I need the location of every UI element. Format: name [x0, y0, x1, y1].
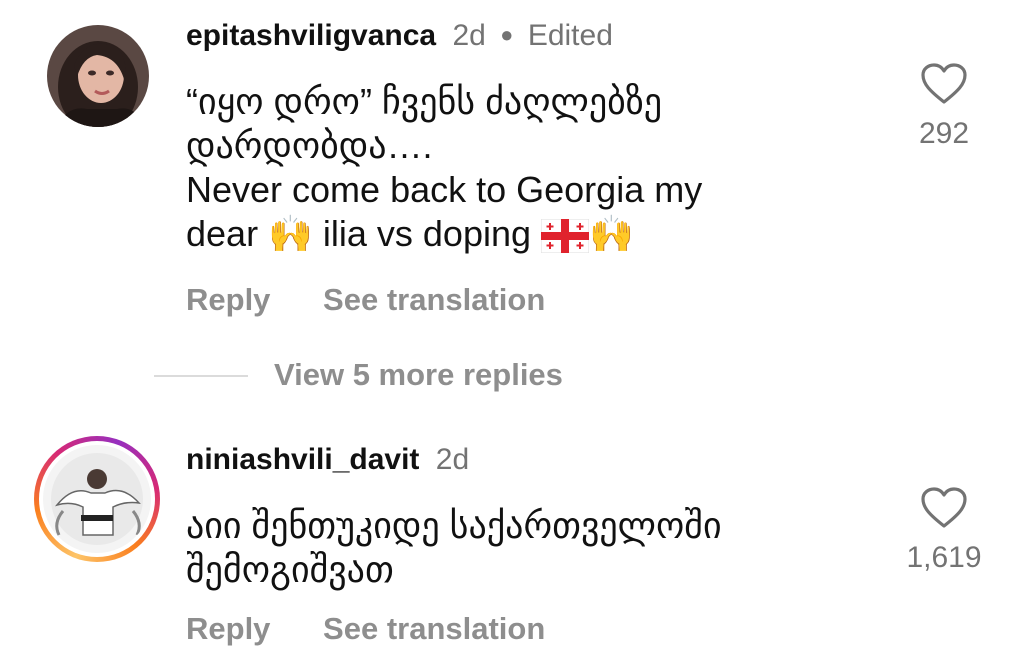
raising-hands-emoji: 🙌	[268, 213, 313, 254]
comment-line: შემოგიშვათ	[186, 549, 394, 590]
comment-meta: niniashvili_davit 2d	[186, 443, 469, 477]
comment-actions: Reply See translation	[186, 611, 589, 647]
avatar[interactable]	[43, 445, 151, 553]
raising-hands-emoji: 🙌	[589, 213, 634, 254]
comment-line: Never come back to Georgia my	[186, 169, 703, 210]
comment-meta: epitashviligvanca 2d ● Edited	[186, 19, 613, 53]
comment-text: “იყო დრო” ჩვენს ძაღლებზე დარდობდა…. Neve…	[186, 80, 826, 256]
timestamp: 2d	[452, 19, 486, 52]
text-fragment: ilia vs doping	[312, 213, 542, 254]
like-count: 292	[918, 117, 970, 150]
like-control: 1,619	[889, 486, 999, 575]
georgia-flag-icon	[541, 219, 590, 254]
avatar[interactable]	[47, 25, 149, 127]
comment-line: აიი შენთუკიდე საქართველოში	[186, 505, 722, 546]
comment-actions: Reply See translation	[186, 282, 589, 318]
heart-icon[interactable]	[920, 486, 968, 530]
reply-button[interactable]: Reply	[186, 282, 270, 317]
text-fragment: dear	[186, 213, 269, 254]
see-translation-button[interactable]: See translation	[323, 611, 545, 646]
username[interactable]: niniashvili_davit	[186, 443, 419, 476]
comment-text: აიი შენთუკიდე საქართველოში შემოგიშვათ	[186, 504, 826, 592]
like-count: 1,619	[906, 541, 982, 574]
comment-line-last: dear 🙌 ilia vs doping 🙌	[186, 212, 826, 256]
like-control: 292	[889, 62, 999, 151]
view-more-replies[interactable]: View 5 more replies	[0, 355, 1024, 399]
username[interactable]: epitashviligvanca	[186, 19, 436, 52]
reply-button[interactable]: Reply	[186, 611, 270, 646]
comment-line: დარდობდა….	[186, 125, 433, 166]
divider	[154, 375, 248, 377]
heart-icon[interactable]	[920, 62, 968, 106]
comment-line: “იყო დრო” ჩვენს ძაღლებზე	[186, 81, 663, 122]
edited-label: Edited	[527, 19, 613, 52]
see-translation-button[interactable]: See translation	[323, 282, 545, 317]
separator-dot: ●	[500, 22, 514, 47]
timestamp: 2d	[435, 443, 470, 476]
view-more-replies-label[interactable]: View 5 more replies	[274, 357, 563, 393]
